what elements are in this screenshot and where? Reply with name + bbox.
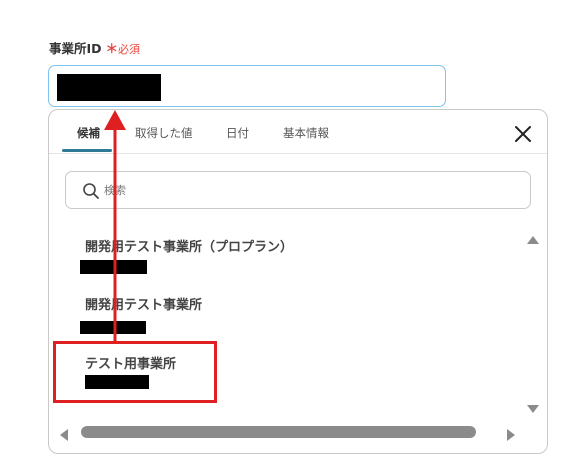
annotation-arrow-icon — [104, 110, 126, 342]
